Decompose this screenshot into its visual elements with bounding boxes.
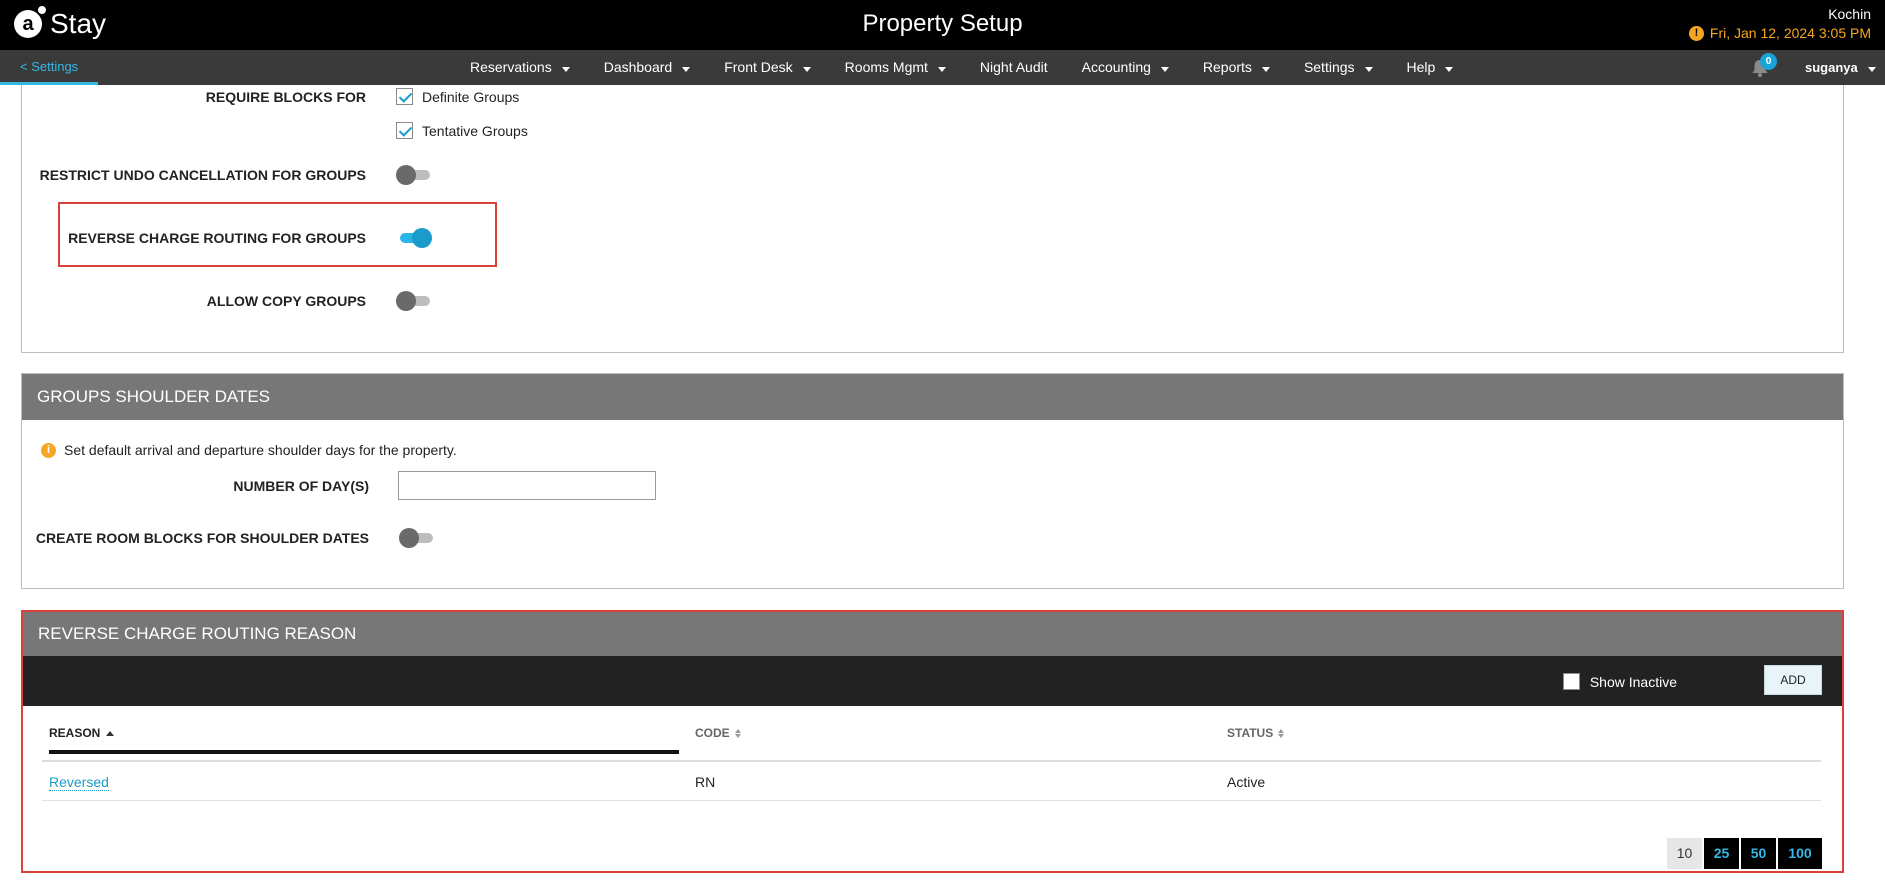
shoulder-info-text: Set default arrival and departure should…: [64, 442, 457, 458]
nav-item-rooms-mgmt[interactable]: Rooms Mgmt: [845, 50, 946, 85]
chevron-down-icon: [802, 66, 811, 72]
datetime-text: Fri, Jan 12, 2024 3:05 PM: [1709, 25, 1871, 41]
restrict-undo-label: RESTRICT UNDO CANCELLATION FOR GROUPS: [39, 167, 366, 183]
table-row-divider: [42, 800, 1821, 801]
page-size-selector: 10 25 50 100: [1666, 837, 1823, 870]
top-bar: a Stay Property Setup Kochin ! Fri, Jan …: [0, 0, 1885, 50]
column-header-code[interactable]: CODE: [695, 726, 741, 740]
chevron-down-icon: [1445, 66, 1454, 72]
routing-reason-panel: REVERSE CHARGE ROUTING REASON Show Inact…: [21, 610, 1844, 873]
chevron-down-icon: [682, 66, 691, 72]
groups-settings-panel: REQUIRE BLOCKS FOR Definite Groups Tenta…: [21, 85, 1844, 353]
sort-ascending-icon: [106, 730, 115, 736]
main-nav: < Settings Reservations Dashboard Front …: [0, 50, 1885, 85]
shoulder-dates-title: GROUPS SHOULDER DATES: [22, 374, 1843, 420]
chevron-down-icon: [1160, 66, 1169, 72]
restrict-undo-toggle[interactable]: [396, 164, 432, 186]
page-size-25[interactable]: 25: [1703, 837, 1740, 870]
nav-item-help[interactable]: Help: [1407, 50, 1454, 85]
reason-link[interactable]: Reversed: [49, 774, 109, 791]
shoulder-info: i Set default arrival and departure shou…: [41, 442, 457, 458]
page-size-50[interactable]: 50: [1740, 837, 1777, 870]
property-location: Kochin: [1828, 6, 1871, 22]
page-size-100[interactable]: 100: [1777, 837, 1823, 870]
add-button[interactable]: ADD: [1764, 665, 1822, 695]
chevron-down-icon: [1364, 66, 1373, 72]
show-inactive-option[interactable]: Show Inactive: [1562, 673, 1677, 690]
nav-item-night-audit[interactable]: Night Audit: [980, 50, 1048, 85]
page-title: Property Setup: [862, 10, 1023, 37]
allow-copy-groups-label: ALLOW COPY GROUPS: [206, 293, 366, 309]
routing-reason-toolbar: Show Inactive ADD: [23, 656, 1842, 706]
business-datetime: ! Fri, Jan 12, 2024 3:05 PM: [1688, 25, 1871, 41]
chevron-down-icon: [561, 66, 570, 72]
number-of-days-label: NUMBER OF DAY(S): [233, 478, 369, 494]
user-menu[interactable]: suganya: [1805, 50, 1876, 85]
reverse-charge-toggle[interactable]: [396, 227, 432, 249]
show-inactive-checkbox[interactable]: [1562, 673, 1580, 690]
table-row-code: RN: [695, 774, 716, 790]
exclamation-circle-icon: !: [1688, 25, 1704, 41]
info-circle-icon: i: [41, 442, 56, 458]
nav-item-accounting[interactable]: Accounting: [1082, 50, 1169, 85]
reverse-charge-label: REVERSE CHARGE ROUTING FOR GROUPS: [68, 230, 366, 246]
table-header-divider: [42, 760, 1821, 762]
allow-copy-groups-toggle[interactable]: [396, 290, 432, 312]
sort-icon: [1278, 728, 1285, 738]
column-header-status[interactable]: STATUS: [1227, 726, 1285, 740]
nav-item-reservations[interactable]: Reservations: [470, 50, 570, 85]
show-inactive-label: Show Inactive: [1589, 673, 1677, 690]
nav-menu: Reservations Dashboard Front Desk Rooms …: [470, 50, 1487, 85]
definite-groups-checkbox[interactable]: [396, 88, 413, 105]
create-room-blocks-label: CREATE ROOM BLOCKS FOR SHOULDER DATES: [35, 530, 369, 546]
tentative-groups-option[interactable]: Tentative Groups: [396, 122, 528, 139]
nav-item-front-desk[interactable]: Front Desk: [724, 50, 811, 85]
notification-count-badge: 0: [1760, 53, 1777, 70]
chevron-down-icon: [1867, 66, 1876, 72]
create-room-blocks-toggle[interactable]: [399, 527, 435, 549]
reason-column-active-indicator: [49, 750, 679, 754]
chevron-down-icon: [937, 66, 946, 72]
page-size-10[interactable]: 10: [1666, 837, 1703, 870]
shoulder-dates-panel: GROUPS SHOULDER DATES i Set default arri…: [21, 373, 1844, 589]
back-to-settings-link[interactable]: < Settings: [0, 50, 98, 85]
sort-icon: [734, 728, 741, 738]
number-of-days-input[interactable]: [398, 471, 656, 500]
nav-item-settings[interactable]: Settings: [1304, 50, 1373, 85]
definite-groups-option[interactable]: Definite Groups: [396, 88, 519, 105]
tentative-groups-checkbox[interactable]: [396, 122, 413, 139]
table-row-reason[interactable]: Reversed: [49, 774, 109, 791]
chevron-down-icon: [1261, 66, 1270, 72]
nav-item-reports[interactable]: Reports: [1203, 50, 1270, 85]
table-row-status: Active: [1227, 774, 1266, 790]
routing-reason-title: REVERSE CHARGE ROUTING REASON: [23, 612, 1842, 656]
column-header-reason[interactable]: REASON: [49, 726, 115, 740]
require-blocks-label: REQUIRE BLOCKS FOR: [205, 89, 366, 105]
user-name: suganya: [1805, 60, 1858, 75]
nav-item-dashboard[interactable]: Dashboard: [604, 50, 691, 85]
